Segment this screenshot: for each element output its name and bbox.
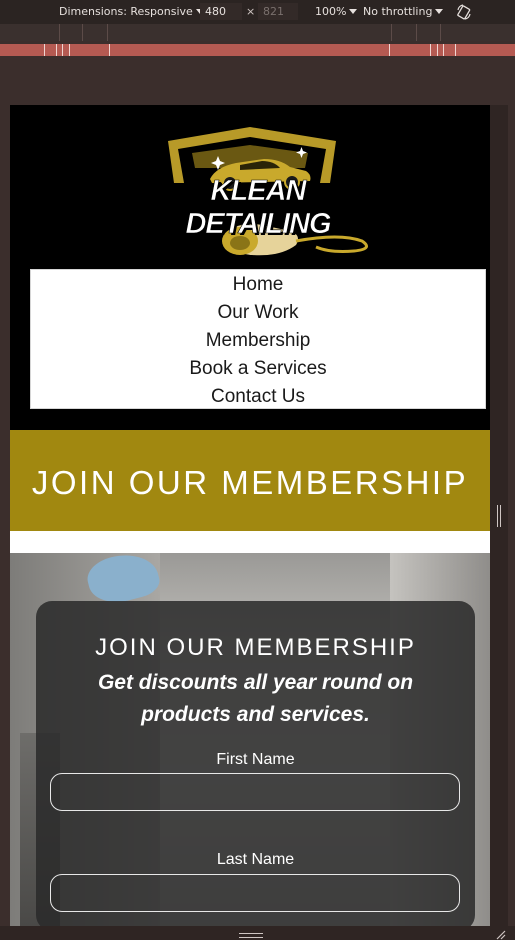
mq-tick bbox=[455, 44, 456, 56]
dimensions-dropdown[interactable]: Dimensions: Responsive bbox=[59, 5, 204, 18]
nav-item-home[interactable]: Home bbox=[31, 271, 485, 299]
form-subtitle: Get discounts all year round on products… bbox=[97, 671, 414, 726]
logo-text: KLEAN DETAILING bbox=[185, 175, 332, 241]
mq-divider bbox=[391, 24, 392, 41]
mq-divider bbox=[82, 24, 83, 41]
divider-strip bbox=[10, 531, 490, 553]
mq-tick bbox=[430, 44, 431, 56]
mq-tick bbox=[437, 44, 438, 56]
nav-item-book-services[interactable]: Book a Services bbox=[31, 355, 485, 383]
caret-down-icon bbox=[435, 9, 444, 14]
nav-item-our-work[interactable]: Our Work bbox=[31, 299, 485, 327]
mq-tick bbox=[109, 44, 110, 56]
membership-form: JOIN OUR MEMBERSHIP Get discounts all ye… bbox=[36, 601, 475, 926]
mq-tick bbox=[62, 44, 63, 56]
dimensions-label: Dimensions: Responsive bbox=[59, 5, 193, 18]
mq-divider bbox=[416, 24, 417, 41]
zoom-label: 100% bbox=[315, 5, 347, 18]
page-banner: JOIN OUR MEMBERSHIP bbox=[10, 430, 490, 531]
zoom-dropdown[interactable]: 100% bbox=[315, 5, 358, 18]
last-name-field[interactable] bbox=[50, 874, 460, 912]
mq-divider bbox=[107, 24, 108, 41]
times-sign: × bbox=[246, 5, 256, 18]
mq-tick bbox=[56, 44, 57, 56]
height-input[interactable]: 821 bbox=[258, 3, 298, 20]
mq-tick bbox=[44, 44, 45, 56]
last-name-label: Last Name bbox=[216, 851, 295, 868]
height-resize-handle[interactable] bbox=[239, 933, 263, 938]
throttling-dropdown[interactable]: No throttling bbox=[363, 5, 444, 18]
first-name-label: First Name bbox=[216, 751, 295, 768]
device-viewport: KLEAN DETAILING Home Our Work Membership… bbox=[10, 105, 490, 926]
mq-divider bbox=[440, 24, 441, 41]
mq-divider bbox=[59, 24, 60, 41]
nav-item-membership[interactable]: Membership bbox=[31, 327, 485, 355]
corner-resize-icon[interactable] bbox=[494, 928, 506, 940]
mq-tick bbox=[443, 44, 444, 56]
rotate-icon[interactable] bbox=[456, 4, 472, 20]
mq-tick bbox=[69, 44, 70, 56]
throttling-label: No throttling bbox=[363, 5, 433, 18]
width-resize-handle[interactable] bbox=[497, 505, 501, 527]
caret-down-icon bbox=[349, 9, 358, 14]
devtools-toolbar: Dimensions: Responsive 480 × 821 100% No… bbox=[0, 0, 515, 24]
mq-tick bbox=[389, 44, 390, 56]
first-name-field[interactable] bbox=[50, 773, 460, 811]
main-nav: Home Our Work Membership Book a Services… bbox=[30, 269, 486, 409]
form-title: JOIN OUR MEMBERSHIP bbox=[95, 634, 416, 661]
width-input[interactable]: 480 bbox=[200, 3, 242, 20]
nav-item-contact-us[interactable]: Contact Us bbox=[31, 383, 485, 411]
media-query-bar-max[interactable] bbox=[0, 24, 515, 41]
site-logo[interactable]: KLEAN DETAILING bbox=[140, 123, 370, 271]
banner-title: JOIN OUR MEMBERSHIP bbox=[31, 464, 469, 501]
